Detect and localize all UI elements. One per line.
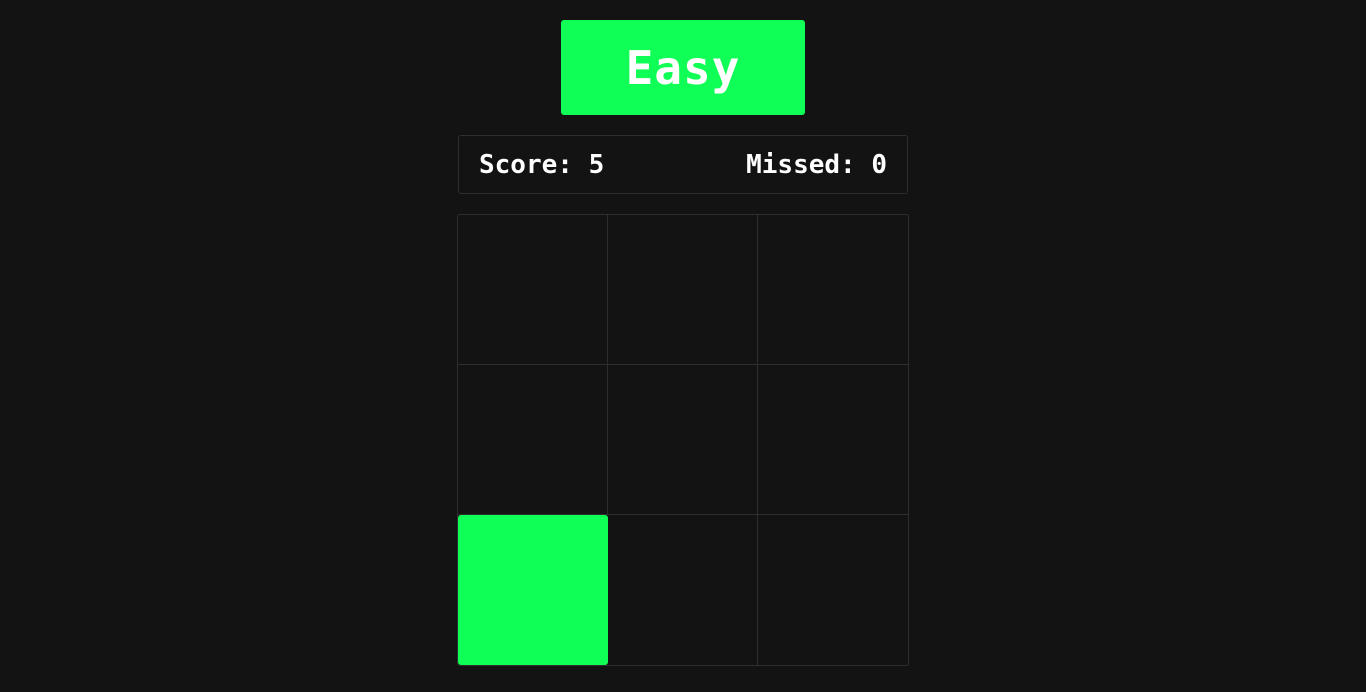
difficulty-button[interactable]: Easy xyxy=(561,20,805,115)
scoreboard: Score: 5 Missed: 0 xyxy=(458,135,908,194)
grid-cell[interactable] xyxy=(458,365,608,515)
grid-cell[interactable] xyxy=(458,215,608,365)
grid-cell[interactable] xyxy=(758,515,908,665)
missed-label: Missed: 0 xyxy=(746,149,887,180)
grid-cell[interactable] xyxy=(608,515,758,665)
game-grid xyxy=(457,214,909,666)
grid-cell[interactable] xyxy=(758,215,908,365)
grid-cell[interactable] xyxy=(608,215,758,365)
grid-cell-active[interactable] xyxy=(458,515,608,665)
score-label: Score: 5 xyxy=(479,149,605,180)
grid-cell[interactable] xyxy=(758,365,908,515)
grid-cell[interactable] xyxy=(608,365,758,515)
game-screen: Easy Score: 5 Missed: 0 xyxy=(0,0,1366,692)
